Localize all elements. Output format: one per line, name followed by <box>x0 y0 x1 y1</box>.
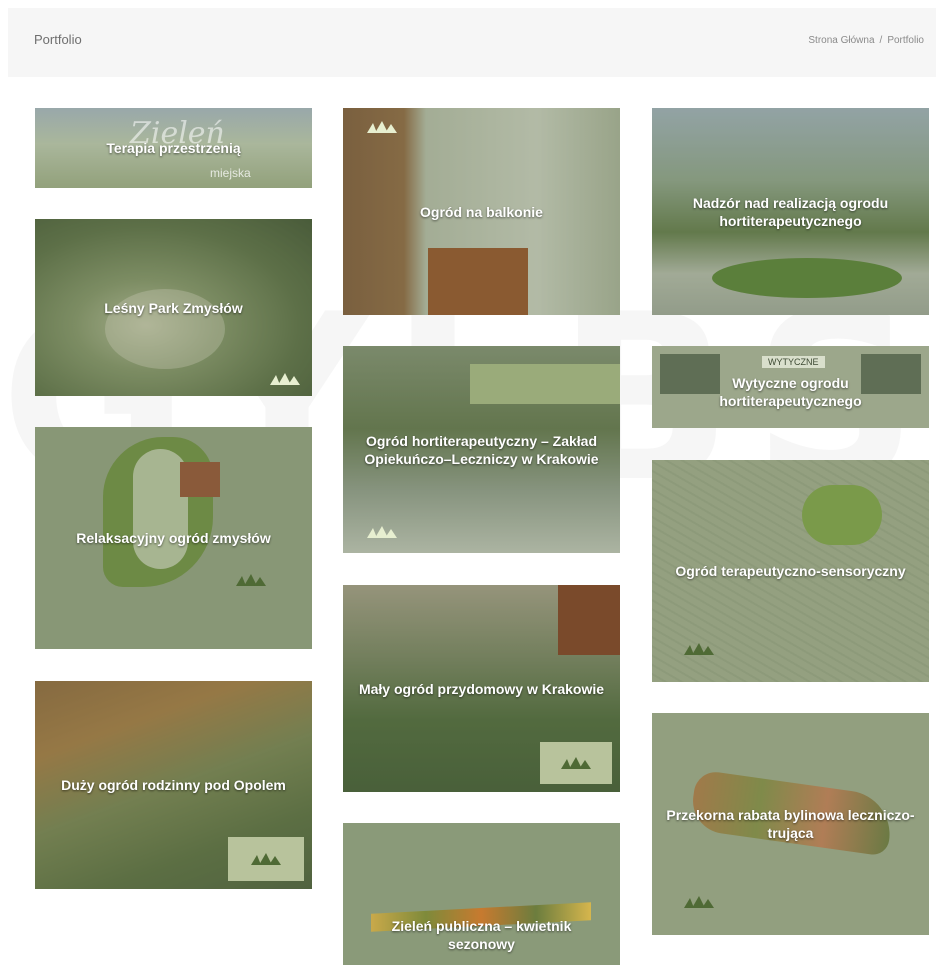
breadcrumb-home-link[interactable]: Strona Główna <box>808 35 874 46</box>
portfolio-card-zielen-publiczna[interactable]: Zieleń publiczna – kwietnik sezonowy <box>343 823 620 965</box>
page-header: Portfolio Strona Główna / Portfolio <box>8 8 936 77</box>
portfolio-card-terapia[interactable]: Zieleń miejska Terapia przestrzenią <box>35 108 312 188</box>
card-title: Ogród hortiterapeutyczny – Zakład Opieku… <box>364 432 599 467</box>
zielona-terapia-logo <box>682 642 716 656</box>
card-title: Nadzór nad realizacją ogrodu hortiterape… <box>692 194 889 229</box>
breadcrumb: Strona Główna / Portfolio <box>808 35 924 46</box>
sign-plate <box>470 364 620 404</box>
lawn-oval <box>712 258 902 298</box>
card-title: Ogród terapeutyczno-sensoryczny <box>675 563 906 579</box>
zielona-terapia-logo <box>251 853 281 865</box>
portfolio-card-zol-krakow[interactable]: Ogród hortiterapeutyczny – Zakład Opieku… <box>343 346 620 553</box>
portfolio-card-duzy-ogrod[interactable]: Duży ogród rodzinny pod Opolem <box>35 681 312 889</box>
breadcrumb-separator: / <box>879 35 883 46</box>
zielona-terapia-logo <box>365 120 399 134</box>
card-title: Przekorna rabata bylinowa leczniczo-truj… <box>666 807 915 841</box>
card-title: Duży ogród rodzinny pod Opolem <box>61 777 286 793</box>
card-title: Mały ogród przydomowy w Krakowie <box>358 680 605 697</box>
breadcrumb-current: Portfolio <box>887 35 924 46</box>
wytyczne-label: WYTYCZNE <box>762 356 825 368</box>
wooden-fence <box>558 585 620 655</box>
card-title: Ogród na balkonie <box>420 203 543 220</box>
zielona-terapia-logo <box>682 895 716 909</box>
planter-box <box>428 248 528 315</box>
portfolio-card-wytyczne[interactable]: WYTYCZNE Wytyczne ogrodu hortiterapeutyc… <box>652 346 929 428</box>
portfolio-card-terapeutyczno-sensoryczny[interactable]: Ogród terapeutyczno-sensoryczny <box>652 460 929 682</box>
garden-plan-deck <box>180 462 220 497</box>
logo-plate <box>228 837 304 881</box>
card-title: Zieleń publiczna – kwietnik sezonowy <box>391 918 572 952</box>
portfolio-card-balkon[interactable]: Ogród na balkonie <box>343 108 620 315</box>
card-title: Terapia przestrzenią <box>106 140 241 156</box>
page-title: Portfolio <box>34 32 82 47</box>
portfolio-card-maly-ogrod[interactable]: Mały ogród przydomowy w Krakowie <box>343 585 620 792</box>
card-logo-subtext: miejska <box>210 166 251 180</box>
portfolio-card-przekorna-rabata[interactable]: Przekorna rabata bylinowa leczniczo-truj… <box>652 713 929 935</box>
zielona-terapia-logo <box>234 573 268 587</box>
card-title: Wytyczne ogrodu hortiterapeutycznego <box>719 375 862 409</box>
card-title: Relaksacyjny ogród zmysłów <box>76 530 271 546</box>
logo-plate <box>540 742 612 784</box>
card-title: Leśny Park Zmysłów <box>104 299 243 316</box>
zielona-terapia-logo <box>365 525 399 539</box>
zielona-terapia-logo <box>268 372 302 386</box>
site-plan-green <box>802 485 882 545</box>
portfolio-card-relaksacyjny[interactable]: Relaksacyjny ogród zmysłów <box>35 427 312 649</box>
portfolio-card-lesny-park[interactable]: Leśny Park Zmysłów <box>35 219 312 396</box>
zielona-terapia-logo <box>561 757 591 769</box>
portfolio-card-nadzor[interactable]: Nadzór nad realizacją ogrodu hortiterape… <box>652 108 929 315</box>
